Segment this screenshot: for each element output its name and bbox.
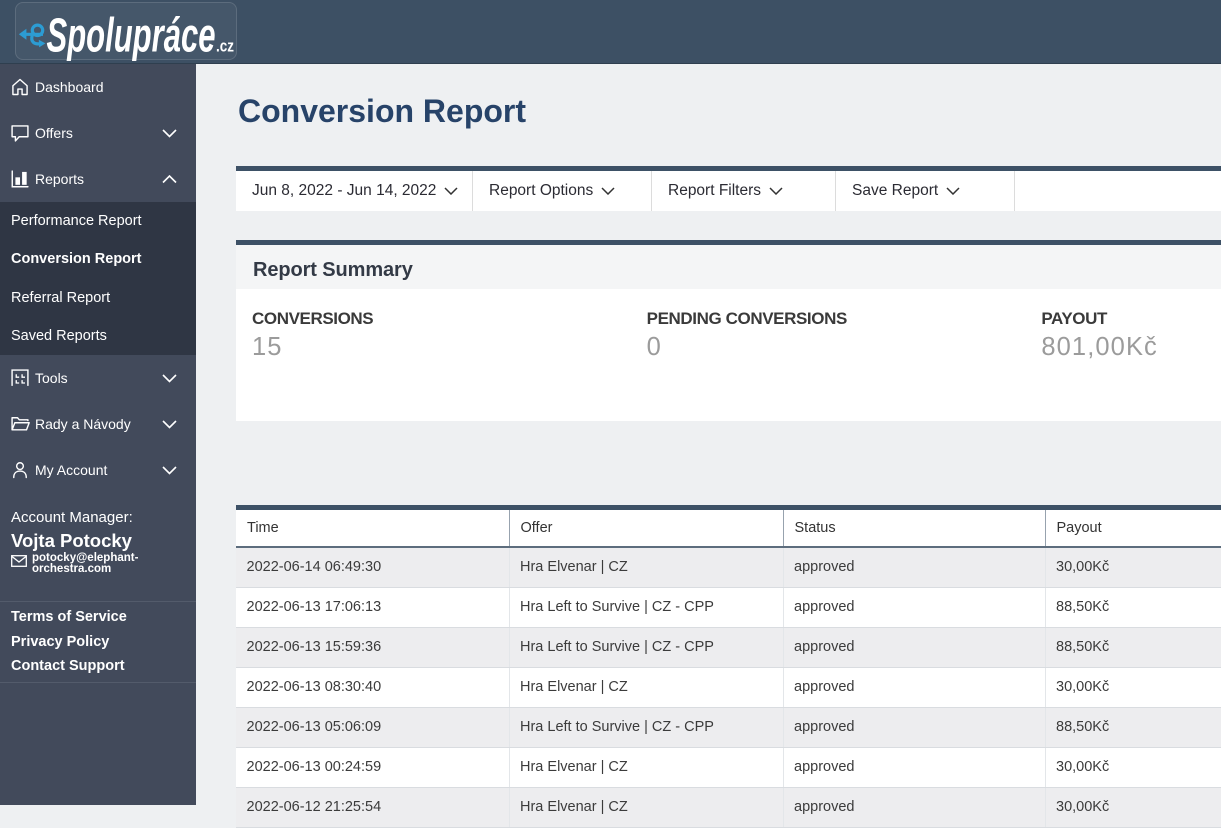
- svg-text:Spolupráce: Spolupráce: [47, 10, 216, 62]
- svg-text:.cz: .cz: [216, 37, 234, 56]
